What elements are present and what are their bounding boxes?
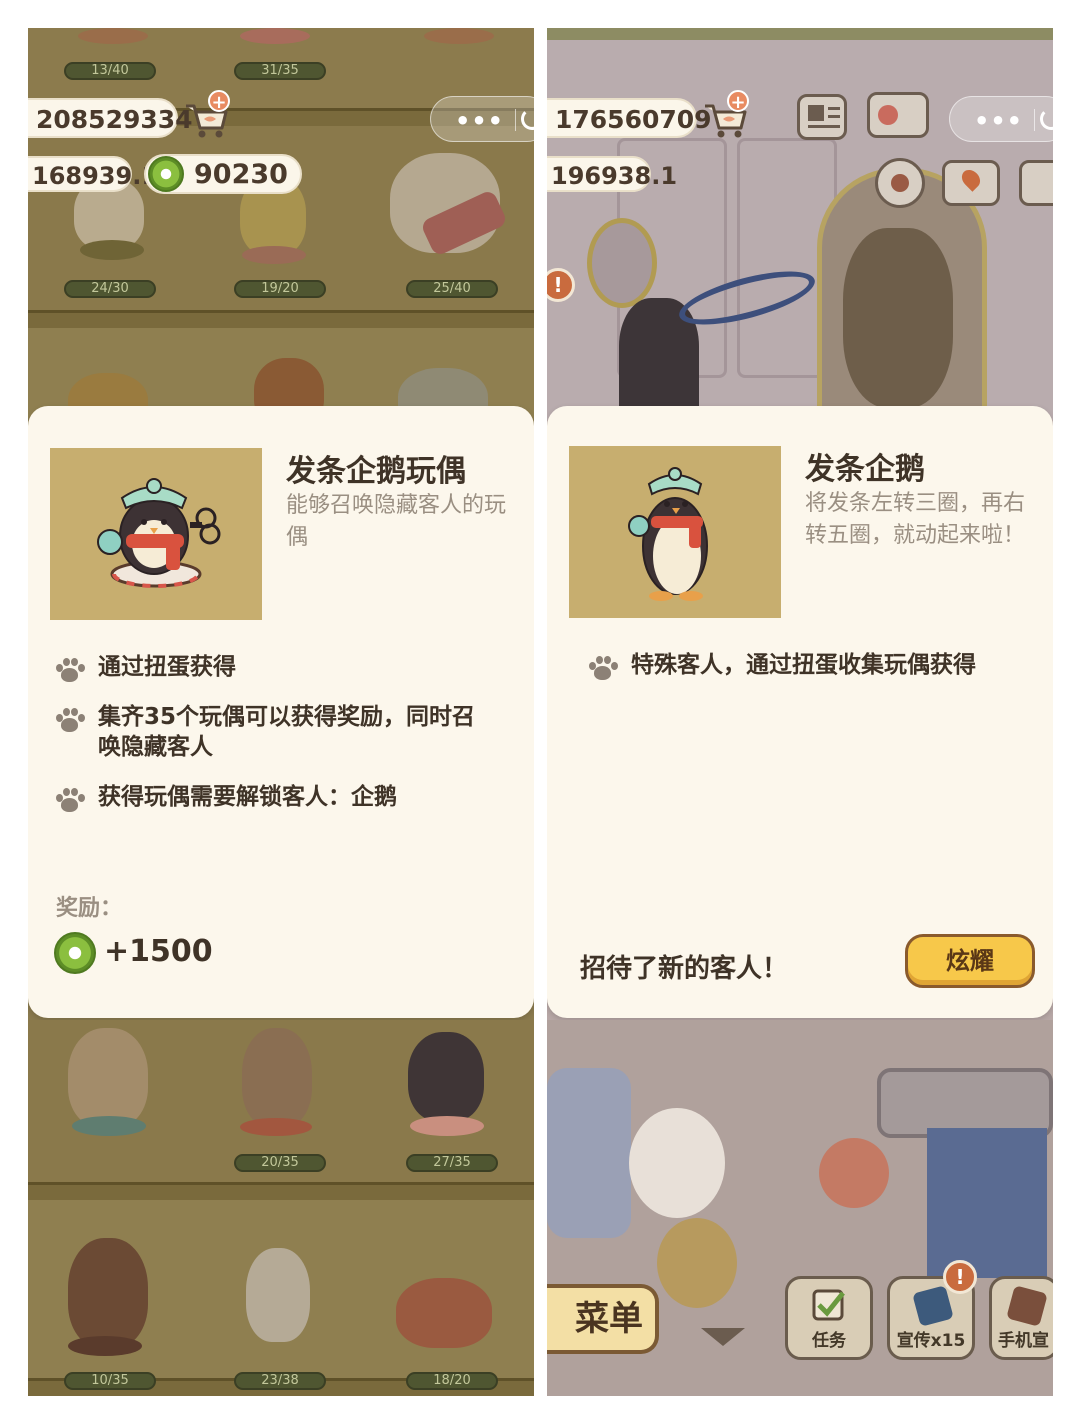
checkbox-icon [812,1289,845,1321]
item-description: 能够召唤隐藏客人的玩偶 [286,493,507,550]
collection-count: 31/35 [234,62,326,80]
more-options-icon[interactable]: ••• [974,107,1023,135]
collection-count: 13/40 [64,62,156,80]
cat-customer[interactable] [819,1138,889,1208]
collection-count: 20/35 [234,1154,326,1172]
paw-icon [54,788,85,814]
list-icon[interactable] [1019,160,1053,206]
info-bullet: 集齐35个玩偶可以获得奖励，同时召唤隐藏客人 [54,702,494,762]
money-display: 168939.1 [28,156,158,192]
capsule-divider [515,109,516,131]
collection-count: 24/30 [64,280,156,298]
close-icon[interactable] [521,108,534,130]
item-title: 发条企鹅玩偶 [286,454,466,489]
wind-up-penguin-icon [628,467,708,601]
task-label: 任务 [812,1331,846,1351]
figure-base [78,28,148,44]
flyer-icon [912,1285,954,1327]
coin-icon [54,932,96,974]
customer-title: 发条企鹅 [805,452,925,487]
add-fish-button[interactable]: + [727,90,749,113]
figure-doll[interactable] [246,1248,310,1342]
fish-count-display: 208529334 [28,98,193,138]
task-button[interactable]: 任务 [785,1276,873,1360]
collection-count: 18/20 [406,1372,498,1390]
more-options-icon[interactable]: ••• [455,107,504,135]
map-icon[interactable] [942,160,1000,206]
wind-up-penguin-doll-icon [97,478,221,588]
figure-base [410,1116,484,1136]
left-screenshot: 13/40 31/35 24/30 19/20 25/40 208529334 … [28,28,534,1396]
reward-value: +1500 [104,934,213,969]
figure-base [242,246,306,264]
bullet-text: 特殊客人，通过扭蛋收集玩偶获得 [631,652,976,678]
customer-thumbnail [569,446,781,618]
paw-icon [54,708,85,734]
info-bullet: 获得玩偶需要解锁客人：企鹅 [54,782,514,814]
figure-doll[interactable] [242,1028,312,1128]
close-icon[interactable] [1040,108,1053,130]
shelf-board [28,1182,534,1200]
phone-promote-button[interactable]: 手机宣 [989,1276,1053,1360]
shelf-board [28,310,534,328]
mirror [587,218,657,308]
figure-doll[interactable] [68,1028,148,1128]
figure-base [240,1118,312,1136]
top-border [547,28,1053,40]
chevron-down-icon[interactable] [701,1328,745,1346]
right-screenshot: 176560709 + 196938.1 ••• ! 发条企鹅 将发条左转三圈，… [547,28,1053,1396]
paw-icon [587,656,618,682]
show-off-button[interactable]: 炫耀 [905,934,1035,988]
alert-badge: ! [943,1260,977,1294]
item-thumbnail [50,448,262,620]
collection-count: 23/38 [234,1372,326,1390]
promote-label: 宣传x15 [896,1331,966,1351]
figure-base [72,1116,146,1136]
sheep-customer[interactable] [629,1108,725,1218]
phone-promote-label: 手机宣 [998,1331,1049,1351]
bullet-text: 获得玩偶需要解锁客人：企鹅 [98,784,397,810]
new-customer-card: 发条企鹅 将发条左转三圈，再右转五圈，就动起来啦！ 特殊客人，通过扭蛋收集玩偶获… [547,406,1053,1018]
settings-gear-icon[interactable] [875,158,925,208]
bullet-text: 集齐35个玩偶可以获得奖励，同时召唤隐藏客人 [98,704,476,760]
coin-icon [148,156,184,192]
collection-count: 10/35 [64,1372,156,1390]
money-display: 196938.1 [547,156,677,192]
round-rug [657,1218,737,1308]
mini-program-capsule: ••• [949,96,1053,142]
figure-base [424,28,494,44]
capsule-divider [1034,109,1035,131]
info-bullet: 通过扭蛋获得 [54,652,514,684]
figure-base [68,1336,142,1356]
phone-icon [1006,1285,1048,1327]
coin-count: 90230 [194,159,288,190]
mini-program-capsule: ••• [430,96,534,142]
paw-book-icon[interactable] [867,92,929,138]
collection-count: 25/40 [406,280,498,298]
add-fish-button[interactable]: + [208,90,230,113]
figure-base [240,28,310,44]
coin-pill: 90230 [144,154,302,194]
new-customer-message: 招待了新的客人！ [580,954,789,984]
customer-description: 将发条左转三圈，再右转五圈，就动起来啦！ [805,491,1026,548]
collection-count: 19/20 [234,280,326,298]
figure-doll[interactable] [68,1238,148,1348]
blue-cloth [927,1128,1047,1278]
info-bullet: 特殊客人，通过扭蛋收集玩偶获得 [587,650,1037,682]
fish-count-display: 176560709 [547,98,712,138]
newspaper-icon[interactable] [797,94,847,140]
figure-base [80,240,144,260]
reward-label: 奖励： [56,896,123,921]
bullet-text: 通过扭蛋获得 [98,654,236,680]
dog-customers[interactable] [843,228,953,408]
item-detail-card: 发条企鹅玩偶 能够召唤隐藏客人的玩偶 通过扭蛋获得 集齐35个玩偶可以获得奖励，… [28,406,534,1018]
collection-count: 27/35 [406,1154,498,1172]
jar-decoration [547,1068,631,1238]
menu-button[interactable]: 菜单 [547,1284,659,1354]
figure-doll[interactable] [396,1278,492,1348]
figure-doll[interactable] [408,1032,484,1122]
paw-icon [54,658,85,684]
